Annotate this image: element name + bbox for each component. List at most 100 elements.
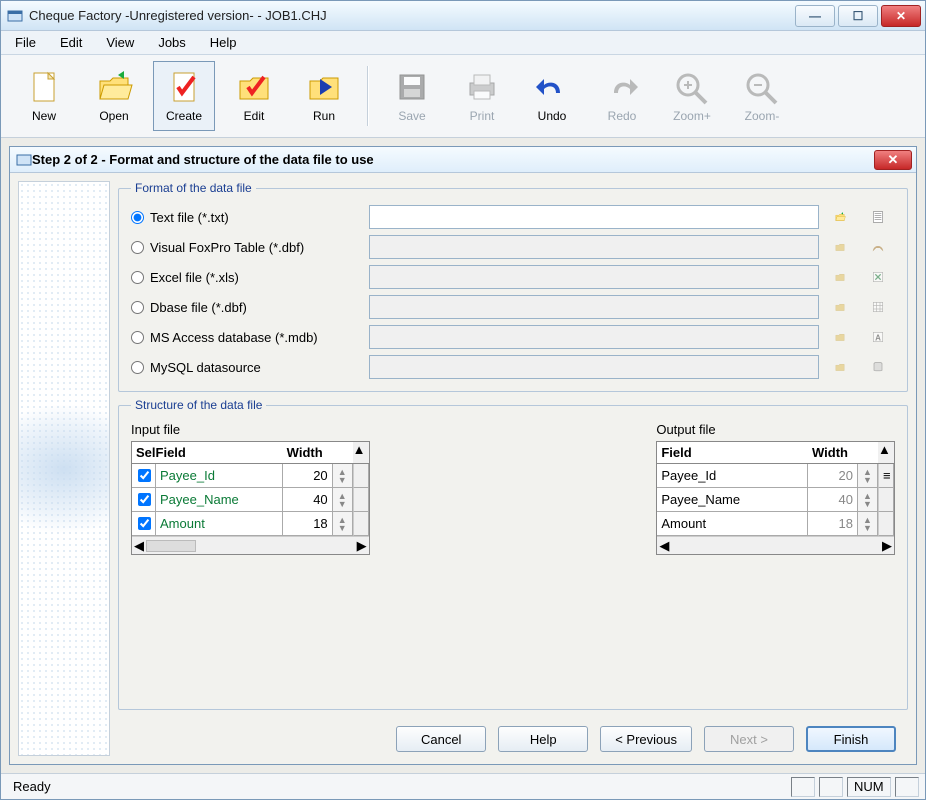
- menu-edit[interactable]: Edit: [54, 33, 88, 52]
- browse-dbase-button[interactable]: [827, 295, 853, 319]
- tool-undo[interactable]: Undo: [521, 61, 583, 131]
- path-mysql: [369, 355, 819, 379]
- radio-excel-input[interactable]: [131, 271, 144, 284]
- input-row-1-checkbox[interactable]: [132, 488, 156, 512]
- menubar: File Edit View Jobs Help: [1, 31, 925, 55]
- input-col-width[interactable]: Width: [283, 442, 353, 464]
- tool-create[interactable]: Create: [153, 61, 215, 131]
- radio-access-input[interactable]: [131, 331, 144, 344]
- output-row-2-spinner: ▲▼: [858, 512, 878, 536]
- page-lines-icon: [872, 208, 884, 226]
- status-pane-2: [819, 777, 843, 797]
- output-scroll-up[interactable]: ▲: [878, 442, 894, 464]
- input-row-2-spinner[interactable]: ▲▼: [333, 512, 353, 536]
- save-icon: [392, 69, 432, 105]
- tool-edit[interactable]: Edit: [223, 61, 285, 131]
- tool-open[interactable]: Open: [83, 61, 145, 131]
- input-row-0-spinner[interactable]: ▲▼: [333, 464, 353, 488]
- input-scroll-up[interactable]: ▲: [353, 442, 369, 464]
- input-row-1-field[interactable]: Payee_Name: [156, 488, 283, 512]
- letter-a-icon: A: [872, 328, 884, 346]
- radio-excel[interactable]: Excel file (*.xls): [131, 270, 361, 285]
- output-row-1-field[interactable]: Payee_Name: [657, 488, 808, 512]
- input-row-1-width[interactable]: 40: [283, 488, 333, 512]
- table-grid-icon: [872, 298, 884, 316]
- help-button[interactable]: Help: [498, 726, 588, 752]
- finish-button[interactable]: Finish: [806, 726, 896, 752]
- dbase-type-button[interactable]: [865, 295, 891, 319]
- tool-new[interactable]: New: [13, 61, 75, 131]
- input-row-0-field[interactable]: Payee_Id: [156, 464, 283, 488]
- browse-excel-button[interactable]: [827, 265, 853, 289]
- menu-jobs[interactable]: Jobs: [152, 33, 191, 52]
- input-row-0-width[interactable]: 20: [283, 464, 333, 488]
- output-file-title: Output file: [656, 422, 895, 437]
- input-row-2-field[interactable]: Amount: [156, 512, 283, 536]
- browse-access-button[interactable]: [827, 325, 853, 349]
- input-row-0-checkbox[interactable]: [132, 464, 156, 488]
- radio-foxpro-input[interactable]: [131, 241, 144, 254]
- output-file-column: Output file Field Width ▲ Payee_Id 20 ▲▼…: [656, 422, 895, 555]
- access-type-button[interactable]: A: [865, 325, 891, 349]
- radio-dbase[interactable]: Dbase file (*.dbf): [131, 300, 361, 315]
- radio-mysql-input[interactable]: [131, 361, 144, 374]
- output-row-0-field[interactable]: Payee_Id: [657, 464, 808, 488]
- file-new-icon: [24, 69, 64, 105]
- input-hscroll[interactable]: ◀▶: [132, 536, 369, 554]
- radio-mysql-label: MySQL datasource: [150, 360, 261, 375]
- input-col-selfield[interactable]: SelField: [132, 442, 283, 464]
- radio-mysql[interactable]: MySQL datasource: [131, 360, 361, 375]
- path-text-file[interactable]: [369, 205, 819, 229]
- radio-text-file-input[interactable]: [131, 211, 144, 224]
- cancel-button[interactable]: Cancel: [396, 726, 486, 752]
- window-title: Cheque Factory -Unregistered version- - …: [29, 8, 795, 23]
- radio-access[interactable]: MS Access database (*.mdb): [131, 330, 361, 345]
- status-numlock: NUM: [847, 777, 891, 797]
- zoom-in-icon: [672, 69, 712, 105]
- input-file-column: Input file SelField Width ▲ Payee_Id 20 …: [131, 422, 370, 555]
- output-col-width[interactable]: Width: [808, 442, 878, 464]
- app-icon: [7, 8, 23, 24]
- browse-mysql-button[interactable]: [827, 355, 853, 379]
- radio-dbase-label: Dbase file (*.dbf): [150, 300, 247, 315]
- input-row-1-spinner[interactable]: ▲▼: [333, 488, 353, 512]
- mysql-type-button[interactable]: [865, 355, 891, 379]
- minimize-button[interactable]: —: [795, 5, 835, 27]
- output-vscroll[interactable]: ≡: [878, 464, 894, 488]
- radio-text-file[interactable]: Text file (*.txt): [131, 210, 361, 225]
- input-row-2-checkbox[interactable]: [132, 512, 156, 536]
- dialog-icon: [16, 152, 32, 168]
- structure-body: Input file SelField Width ▲ Payee_Id 20 …: [131, 422, 895, 555]
- output-row-1-width: 40: [808, 488, 858, 512]
- tool-open-label: Open: [99, 109, 128, 123]
- input-row-2-width[interactable]: 18: [283, 512, 333, 536]
- preview-text-file-button[interactable]: [865, 205, 891, 229]
- tool-redo: Redo: [591, 61, 653, 131]
- format-grid: Text file (*.txt) Visual Fo: [131, 205, 895, 379]
- tool-edit-label: Edit: [244, 109, 265, 123]
- close-button[interactable]: ✕: [881, 5, 921, 27]
- excel-type-button[interactable]: [865, 265, 891, 289]
- radio-foxpro[interactable]: Visual FoxPro Table (*.dbf): [131, 240, 361, 255]
- foxpro-type-button[interactable]: [865, 235, 891, 259]
- tool-run[interactable]: Run: [293, 61, 355, 131]
- previous-button[interactable]: < Previous: [600, 726, 692, 752]
- menu-help[interactable]: Help: [204, 33, 243, 52]
- input-file-title: Input file: [131, 422, 370, 437]
- menu-file[interactable]: File: [9, 33, 42, 52]
- dialog-close-button[interactable]: ✕: [874, 150, 912, 170]
- input-table[interactable]: SelField Width ▲ Payee_Id 20 ▲▼ P: [131, 441, 370, 555]
- menu-view[interactable]: View: [100, 33, 140, 52]
- output-table[interactable]: Field Width ▲ Payee_Id 20 ▲▼ ≡ Payee_Nam…: [656, 441, 895, 555]
- status-text: Ready: [7, 777, 787, 797]
- input-vscroll[interactable]: [353, 464, 369, 488]
- excel-x-icon: [872, 268, 884, 286]
- tool-print-label: Print: [470, 109, 495, 123]
- output-hscroll[interactable]: ◀▶: [657, 536, 894, 554]
- maximize-button[interactable]: ☐: [838, 5, 878, 27]
- browse-foxpro-button[interactable]: [827, 235, 853, 259]
- output-col-field[interactable]: Field: [657, 442, 808, 464]
- browse-text-file-button[interactable]: [827, 205, 853, 229]
- radio-dbase-input[interactable]: [131, 301, 144, 314]
- output-row-2-field[interactable]: Amount: [657, 512, 808, 536]
